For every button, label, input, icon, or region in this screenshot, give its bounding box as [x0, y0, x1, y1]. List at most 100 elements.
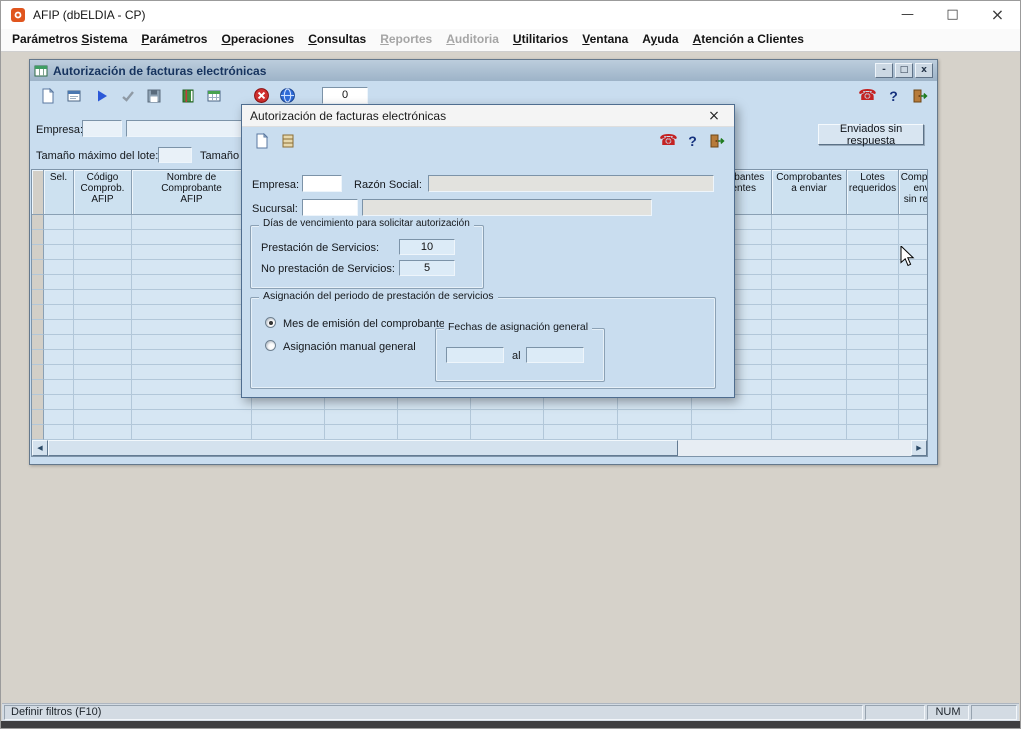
- grid-cell: [544, 425, 618, 440]
- table-row[interactable]: [32, 425, 927, 440]
- grid-header-cell[interactable]: Código Comprob. AFIP: [74, 170, 132, 215]
- help-icon[interactable]: ?: [882, 84, 905, 107]
- enviados-sin-respuesta-button[interactable]: Enviados sin respuesta: [818, 124, 924, 145]
- fechas-groupbox: Fechas de asignación general al: [435, 328, 605, 382]
- grid-cell: [74, 335, 132, 350]
- menu-ventana[interactable]: Ventana: [575, 29, 635, 51]
- grid-cell: [772, 365, 847, 380]
- grid-cell: [44, 335, 74, 350]
- autorizacion-dialog: Autorización de facturas electrónicas × …: [241, 104, 735, 398]
- empresa-field[interactable]: [82, 120, 122, 137]
- radio-asignacion-manual[interactable]: [265, 340, 276, 351]
- grid-cell: [132, 290, 252, 305]
- child-minimize-button[interactable]: -: [875, 63, 893, 78]
- child-maximize-button[interactable]: □: [895, 63, 913, 78]
- new-document-icon[interactable]: [36, 84, 59, 107]
- menu-parametros[interactable]: Parámetros: [134, 29, 214, 51]
- scrollbar-thumb[interactable]: [48, 440, 678, 456]
- grid-cell: [74, 395, 132, 410]
- scroll-right-icon[interactable]: ▶: [911, 440, 927, 456]
- grid-cell: [899, 305, 928, 320]
- grid-cell: [44, 425, 74, 440]
- close-button[interactable]: ×: [975, 1, 1020, 29]
- sucursal-name-field: [362, 199, 652, 216]
- mouse-cursor: [900, 246, 916, 268]
- grid-header-cell[interactable]: Comprobantes enviados sin respuesta: [899, 170, 928, 215]
- child-close-button[interactable]: x: [915, 63, 933, 78]
- grid-cell: [772, 245, 847, 260]
- grid-header-cell[interactable]: [32, 170, 44, 215]
- grid-header-cell[interactable]: Sel.: [44, 170, 74, 215]
- grid-cell: [32, 410, 44, 425]
- grid-cell: [847, 350, 899, 365]
- grid-cell: [692, 410, 772, 425]
- razon-social-field: [428, 175, 714, 192]
- dialog-titlebar[interactable]: Autorización de facturas electrónicas ×: [242, 105, 734, 127]
- grid-cell: [44, 365, 74, 380]
- grid-cell: [74, 320, 132, 335]
- tamano-lote-field[interactable]: [158, 147, 192, 163]
- save-icon[interactable]: [142, 84, 165, 107]
- child-titlebar[interactable]: Autorización de facturas electrónicas - …: [30, 60, 937, 81]
- grid-cell: [772, 290, 847, 305]
- menu-operaciones[interactable]: Operaciones: [214, 29, 301, 51]
- radio-mes-emision[interactable]: [265, 317, 276, 328]
- menu-atencion-clientes[interactable]: Atención a Clientes: [686, 29, 811, 51]
- grid-cell: [899, 410, 928, 425]
- table-view-icon[interactable]: [202, 84, 225, 107]
- grid-cell: [74, 230, 132, 245]
- confirm-icon[interactable]: [116, 84, 139, 107]
- no-prestacion-label: No prestación de Servicios:: [261, 263, 395, 275]
- dialog-close-icon[interactable]: ×: [702, 108, 726, 124]
- lot-counter-field[interactable]: 0: [322, 87, 368, 104]
- scrollbar-track[interactable]: [678, 440, 911, 456]
- grid-header-cell[interactable]: Nombre de Comprobante AFIP: [132, 170, 252, 215]
- cards-icon[interactable]: [276, 129, 299, 152]
- grid-cell: [398, 410, 471, 425]
- menu-consultas[interactable]: Consultas: [301, 29, 373, 51]
- grid-cell: [132, 335, 252, 350]
- grid-cell: [32, 320, 44, 335]
- status-bar: Definir filtros (F10) NUM: [2, 703, 1019, 721]
- new-document-icon[interactable]: [250, 129, 273, 152]
- lot-book-icon[interactable]: [176, 84, 199, 107]
- grid-cell: [32, 365, 44, 380]
- phone-icon[interactable]: ☎: [657, 129, 680, 152]
- grid-cell: [618, 410, 692, 425]
- maximize-button[interactable]: □: [930, 1, 975, 29]
- horizontal-scrollbar: ◀ ▶: [32, 440, 927, 456]
- grid-header-cell[interactable]: Lotes requeridos: [847, 170, 899, 215]
- grid-cell: [132, 410, 252, 425]
- menu-utilitarios[interactable]: Utilitarios: [506, 29, 575, 51]
- table-row[interactable]: [32, 410, 927, 425]
- grid-cell: [74, 410, 132, 425]
- empresa-field[interactable]: [302, 175, 342, 192]
- grid-cell: [32, 395, 44, 410]
- child-title: Autorización de facturas electrónicas: [53, 64, 873, 78]
- phone-icon[interactable]: ☎: [856, 84, 879, 107]
- help-icon[interactable]: ?: [681, 129, 704, 152]
- grid-cell: [32, 335, 44, 350]
- grid-header-cell[interactable]: Comprobantes a enviar: [772, 170, 847, 215]
- no-prestacion-field[interactable]: 5: [399, 260, 455, 276]
- scroll-left-icon[interactable]: ◀: [32, 440, 48, 456]
- prestacion-field[interactable]: 10: [399, 239, 455, 255]
- grid-cell: [772, 320, 847, 335]
- grid-cell: [899, 350, 928, 365]
- exit-icon[interactable]: [705, 129, 728, 152]
- grid-cell: [44, 380, 74, 395]
- sucursal-field[interactable]: [302, 199, 358, 216]
- properties-icon[interactable]: [62, 84, 85, 107]
- run-icon[interactable]: [90, 84, 113, 107]
- grid-cell: [692, 425, 772, 440]
- grid-cell: [772, 350, 847, 365]
- menu-ayuda[interactable]: Ayuda: [635, 29, 685, 51]
- grid-cell: [899, 215, 928, 230]
- grid-cell: [899, 230, 928, 245]
- minimize-button[interactable]: —: [885, 1, 930, 29]
- grid-cell: [44, 215, 74, 230]
- exit-icon[interactable]: [908, 84, 931, 107]
- grid-cell: [772, 305, 847, 320]
- menu-parametros-sistema[interactable]: Parámetros Sistema: [5, 29, 134, 51]
- grid-cell: [899, 395, 928, 410]
